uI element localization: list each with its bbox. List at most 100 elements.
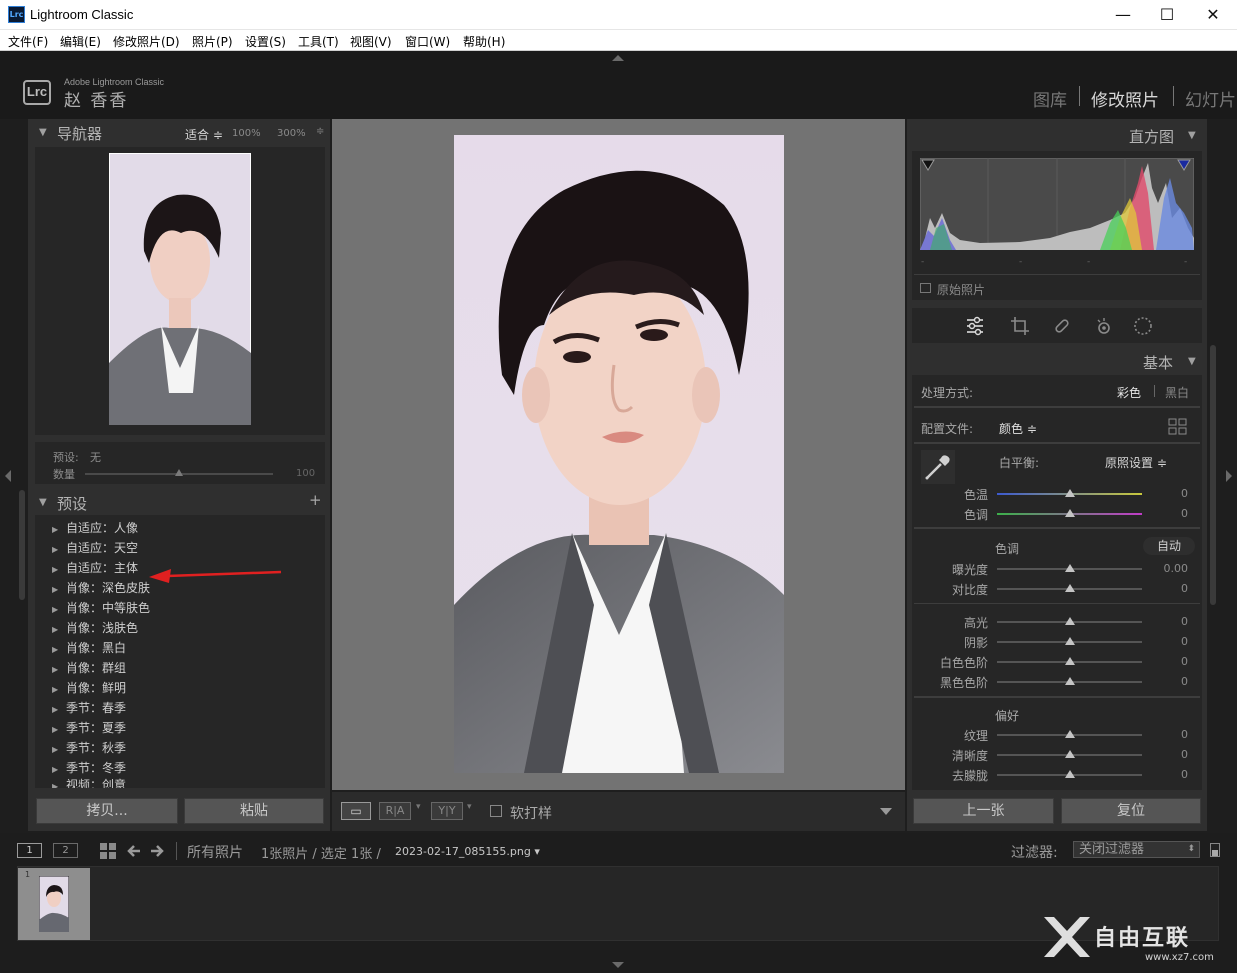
reset-button[interactable]: 复位 <box>1061 798 1201 824</box>
menu-tools[interactable]: 工具(T) <box>298 33 339 50</box>
preset-item[interactable]: ▶ 肖像：中等肤色 <box>52 599 150 616</box>
menu-edit[interactable]: 编辑(E) <box>60 33 101 50</box>
zoom-fit[interactable]: 适合 ≑ <box>185 126 223 143</box>
preset-item[interactable]: ▶ 季节：秋季 <box>52 739 126 756</box>
slider-thumb[interactable] <box>1065 617 1075 625</box>
auto-tone-button[interactable]: 自动 <box>1143 537 1195 555</box>
menu-window[interactable]: 窗口(W) <box>405 33 450 50</box>
preset-item[interactable]: ▶ 季节：夏季 <box>52 719 126 736</box>
profile-browser-icon[interactable] <box>1168 418 1188 436</box>
edit-sliders-icon[interactable] <box>965 316 985 336</box>
slider-value[interactable]: 0 <box>1148 748 1188 761</box>
slider-value[interactable]: 0 <box>1148 655 1188 668</box>
main-photo[interactable] <box>454 135 784 773</box>
presets-title[interactable]: 预设 <box>57 493 87 514</box>
slider-thumb[interactable] <box>1065 584 1075 592</box>
treatment-color[interactable]: 彩色 <box>1117 384 1141 401</box>
module-library[interactable]: 图库 <box>1033 86 1067 111</box>
second-screen-button[interactable]: 2 <box>53 843 78 858</box>
preset-item[interactable]: ▶ 视频：创意 <box>52 776 126 788</box>
menu-develop[interactable]: 修改照片(D) <box>113 33 180 50</box>
zoom-more[interactable]: ≑ <box>316 126 324 137</box>
copy-settings-button[interactable]: 拷贝... <box>36 798 178 824</box>
navigator-thumbnail[interactable] <box>109 153 251 425</box>
slider-thumb[interactable] <box>1065 657 1075 665</box>
softproof-checkbox[interactable] <box>490 805 502 817</box>
slider-value[interactable]: 0 <box>1148 582 1188 595</box>
slider-thumb[interactable] <box>1065 637 1075 645</box>
loupe-view-button[interactable]: ▭ <box>341 802 371 820</box>
minimize-button[interactable]: — <box>1100 0 1146 30</box>
navigator-collapse-icon[interactable]: ▼ <box>39 127 47 138</box>
slider-thumb[interactable] <box>1065 564 1075 572</box>
treatment-bw[interactable]: 黑白 <box>1165 384 1189 401</box>
toolbar-menu-icon[interactable] <box>880 808 892 815</box>
preset-item[interactable]: ▶ 季节：冬季 <box>52 759 126 776</box>
preset-item[interactable]: ▶ 肖像：浅肤色 <box>52 619 138 636</box>
menu-photo[interactable]: 照片(P) <box>192 33 233 50</box>
preset-item[interactable]: ▶ 自适应：天空 <box>52 539 138 556</box>
before-after-lr-button[interactable]: R|A <box>379 802 411 820</box>
slider-value[interactable]: 0 <box>1148 768 1188 781</box>
histogram-collapse-icon[interactable]: ▼ <box>1188 130 1196 141</box>
top-panel-toggle-icon[interactable] <box>612 55 624 61</box>
crop-icon[interactable] <box>1010 316 1030 336</box>
histogram-title[interactable]: 直方图 <box>1129 126 1174 147</box>
back-arrow-icon[interactable] <box>126 843 142 859</box>
slider-thumb[interactable] <box>1065 489 1075 497</box>
slider-thumb[interactable] <box>1065 509 1075 517</box>
previous-button[interactable]: 上一张 <box>913 798 1054 824</box>
close-button[interactable]: ✕ <box>1190 0 1236 30</box>
red-eye-icon[interactable] <box>1094 316 1114 336</box>
slider-value[interactable]: 0 <box>1148 675 1188 688</box>
zoom-100[interactable]: 100% <box>232 128 261 139</box>
presets-collapse-icon[interactable]: ▼ <box>39 497 47 508</box>
basic-collapse-icon[interactable]: ▼ <box>1188 356 1196 367</box>
module-develop[interactable]: 修改照片 <box>1091 86 1159 111</box>
filter-dropdown[interactable]: 关闭过滤器 ⬍ <box>1073 841 1200 858</box>
slider-value[interactable]: 0 <box>1148 507 1188 520</box>
slider-value[interactable]: 0 <box>1148 728 1188 741</box>
navigator-title[interactable]: 导航器 <box>57 123 102 144</box>
slider-value[interactable]: 0.00 <box>1148 562 1189 575</box>
filmstrip-thumbnail-cell[interactable]: 1 <box>18 868 90 940</box>
preset-item[interactable]: ▶ 自适应：主体 <box>52 559 138 576</box>
module-slideshow[interactable]: 幻灯片 <box>1185 86 1236 111</box>
add-preset-icon[interactable]: + <box>309 491 322 509</box>
filter-lock-icon[interactable] <box>1210 843 1220 857</box>
main-screen-button[interactable]: 1 <box>17 843 42 858</box>
white-balance-dropdown[interactable]: 原照设置 ≑ <box>1105 454 1167 471</box>
preset-item[interactable]: ▶ 肖像：深色皮肤 <box>52 579 150 596</box>
right-panel-scrollbar[interactable] <box>1210 345 1216 605</box>
right-panel-toggle-icon[interactable] <box>1226 470 1232 482</box>
slider-value[interactable]: 0 <box>1148 635 1188 648</box>
preset-item[interactable]: ▶ 季节：春季 <box>52 699 126 716</box>
bottom-panel-toggle-icon[interactable] <box>612 962 624 968</box>
white-balance-eyedropper-icon[interactable] <box>921 450 955 484</box>
original-photo-checkbox[interactable] <box>920 283 931 293</box>
menu-help[interactable]: 帮助(H) <box>463 33 505 50</box>
maximize-button[interactable]: ☐ <box>1144 0 1190 30</box>
preset-item[interactable]: ▶ 自适应：人像 <box>52 519 138 536</box>
healing-icon[interactable] <box>1052 316 1072 336</box>
slider-thumb[interactable] <box>1065 770 1075 778</box>
amount-slider-thumb[interactable] <box>175 469 183 476</box>
left-panel-scrollbar[interactable] <box>19 490 25 600</box>
navigator-preview[interactable] <box>35 147 325 435</box>
filmstrip-source[interactable]: 所有照片 <box>187 842 243 862</box>
thumbnail-image[interactable] <box>39 876 69 932</box>
slider-thumb[interactable] <box>1065 730 1075 738</box>
profile-dropdown[interactable]: 颜色 ≑ <box>999 420 1037 437</box>
slider-thumb[interactable] <box>1065 677 1075 685</box>
paste-settings-button[interactable]: 粘贴 <box>184 798 324 824</box>
grid-view-icon[interactable] <box>100 843 116 859</box>
histogram-chart[interactable] <box>920 158 1194 250</box>
view-dropdown-icon[interactable]: ▾ <box>467 802 472 812</box>
masking-icon[interactable] <box>1133 316 1153 336</box>
left-panel-toggle-icon[interactable] <box>5 470 11 482</box>
filmstrip-filename[interactable]: 2023-02-17_085155.png ▾ <box>395 845 540 858</box>
basic-title[interactable]: 基本 <box>1143 352 1173 373</box>
menu-settings[interactable]: 设置(S) <box>245 33 286 50</box>
menu-file[interactable]: 文件(F) <box>8 33 48 50</box>
preset-item[interactable]: ▶ 肖像：黑白 <box>52 639 126 656</box>
